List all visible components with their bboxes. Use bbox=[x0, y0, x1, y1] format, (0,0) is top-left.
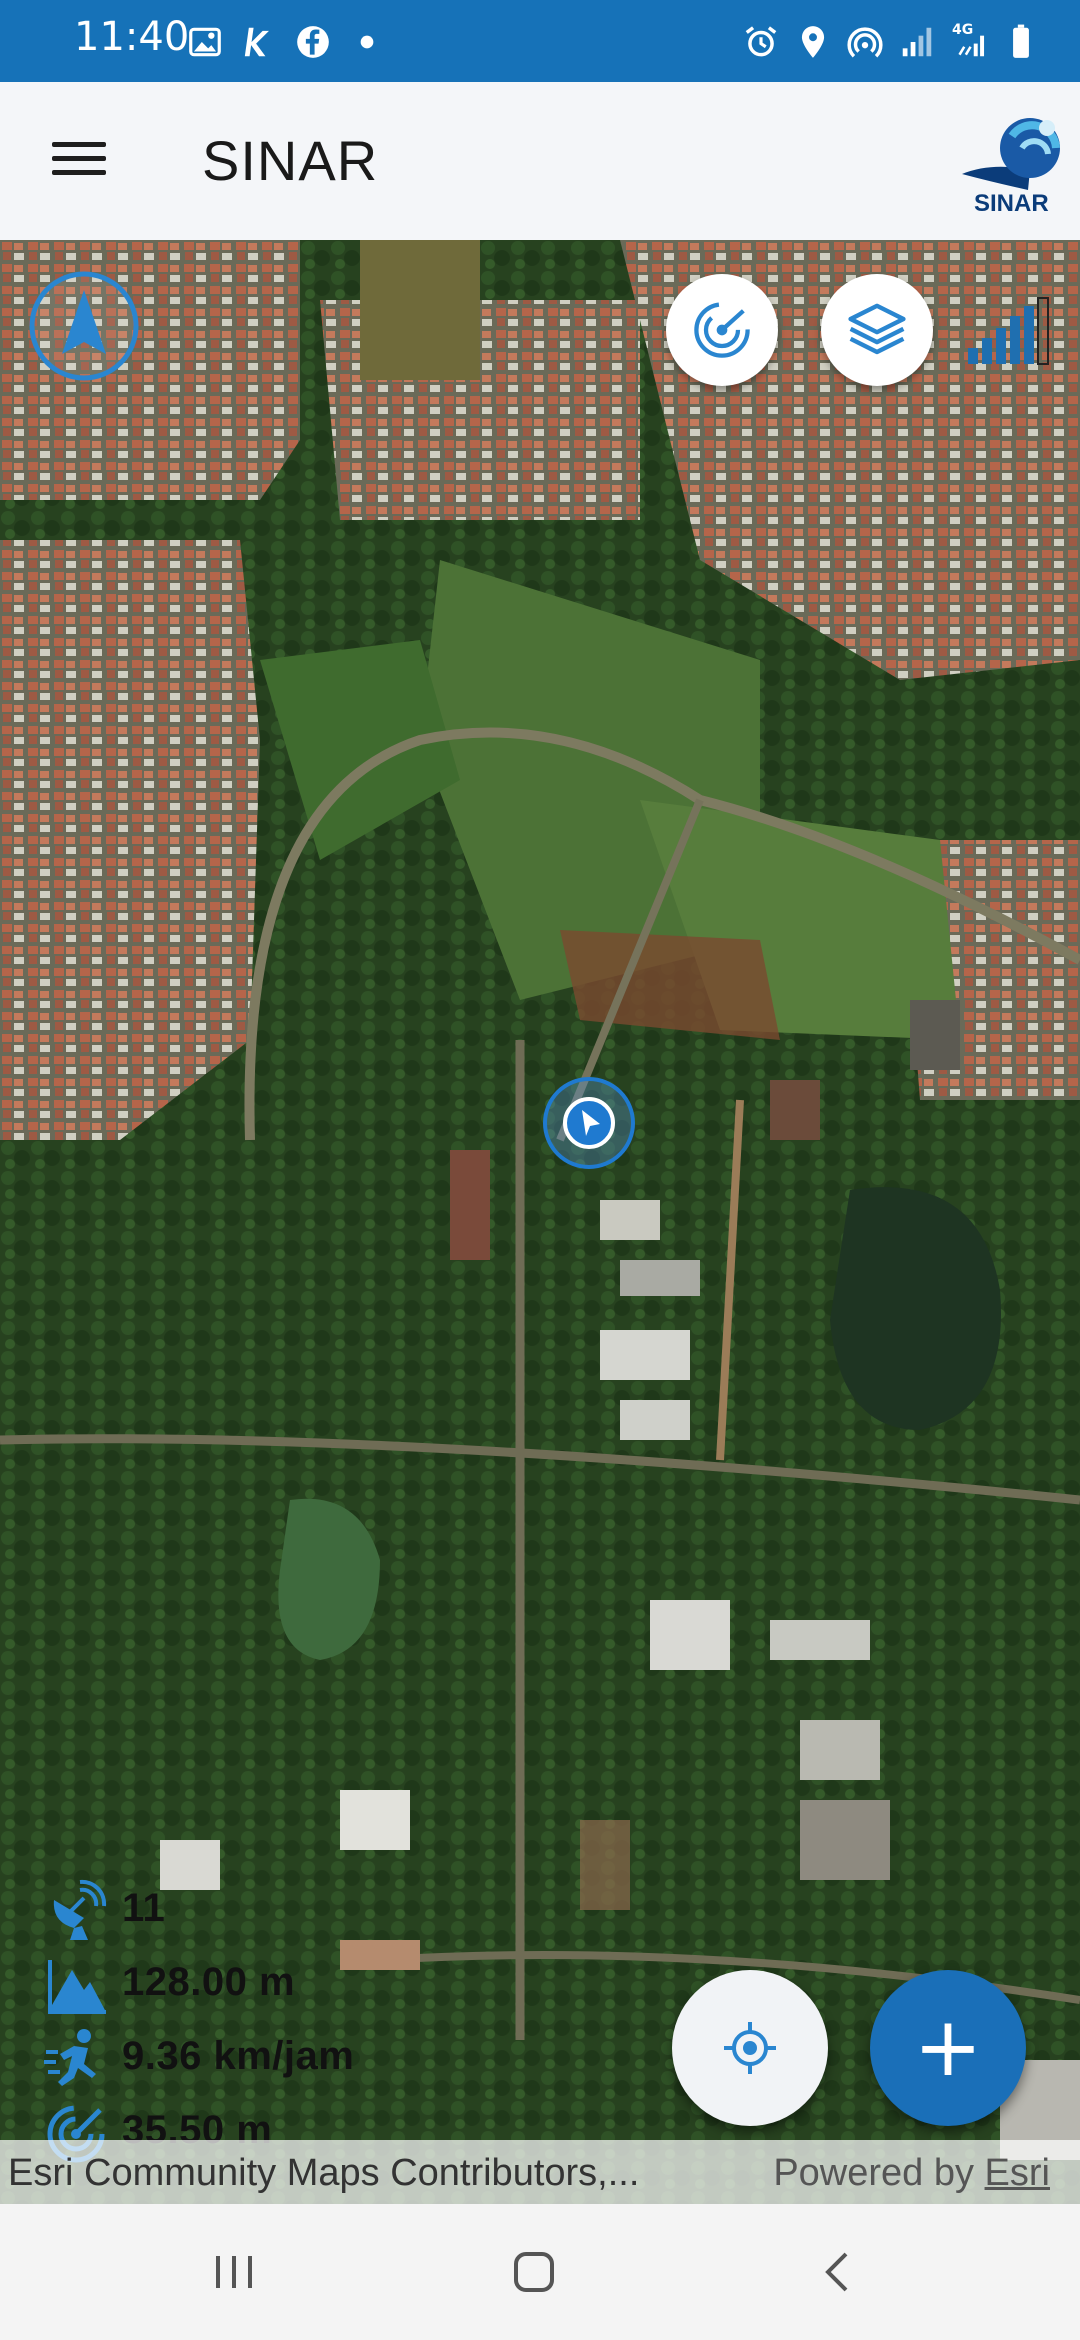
status-bar: 11:40 4G bbox=[0, 0, 1080, 82]
status-left-icons bbox=[186, 20, 386, 64]
crosshair-icon bbox=[724, 2022, 776, 2074]
satellites-value: 11 bbox=[122, 1886, 166, 1930]
back-icon bbox=[825, 2252, 848, 2292]
network-label: 4G bbox=[952, 22, 974, 38]
satellites-row: 11 bbox=[44, 1878, 444, 1940]
layers-button[interactable] bbox=[821, 274, 933, 386]
layers-icon bbox=[848, 303, 906, 355]
logo-text: SINAR bbox=[974, 190, 1049, 217]
app-bar: SINAR SINAR bbox=[0, 82, 1080, 240]
my-location-button[interactable] bbox=[672, 1970, 828, 2126]
gps-signal-icon bbox=[968, 297, 1049, 365]
battery-icon bbox=[1002, 22, 1040, 62]
home-icon bbox=[514, 2252, 554, 2292]
dot-icon bbox=[348, 22, 386, 62]
menu-icon[interactable] bbox=[46, 134, 112, 190]
powered-by-esri: Powered by Esri bbox=[773, 2152, 1050, 2195]
map-attribution: Esri Community Maps Contributors,... Pow… bbox=[0, 2140, 1080, 2204]
alarm-icon bbox=[742, 22, 780, 62]
running-speed-icon bbox=[44, 2029, 96, 2086]
home-button[interactable] bbox=[484, 2234, 584, 2310]
recents-button[interactable] bbox=[184, 2234, 284, 2310]
k-app-icon bbox=[240, 22, 278, 62]
system-nav-bar bbox=[0, 2204, 1080, 2340]
app-title: SINAR bbox=[202, 129, 379, 192]
add-icon: + bbox=[913, 2000, 983, 2095]
altitude-value: 128.00 m bbox=[122, 1960, 296, 2004]
map-view[interactable]: 11 128.00 m 9.36 km/jam 35.50 m + Esri C… bbox=[0, 240, 1080, 2204]
location-pin-icon bbox=[794, 22, 832, 62]
speed-row: 9.36 km/jam bbox=[44, 2026, 444, 2086]
powered-by-label: Powered by bbox=[773, 2152, 974, 2194]
recents-icon bbox=[216, 2256, 252, 2288]
radar-icon bbox=[694, 302, 750, 358]
esri-link[interactable]: Esri bbox=[985, 2152, 1050, 2194]
hotspot-icon bbox=[846, 22, 884, 62]
altitude-mountain-icon bbox=[48, 1960, 106, 2014]
attribution-text[interactable]: Esri Community Maps Contributors,... bbox=[8, 2152, 639, 2195]
altitude-row: 128.00 m bbox=[44, 1952, 444, 2014]
sinar-logo: SINAR bbox=[952, 104, 1070, 222]
radar-button[interactable] bbox=[666, 274, 778, 386]
satellite-dish-icon bbox=[53, 1879, 107, 1940]
speed-value: 9.36 km/jam bbox=[122, 2034, 355, 2078]
compass-icon[interactable] bbox=[26, 268, 142, 384]
signal-icon bbox=[898, 22, 936, 62]
status-time: 11:40 bbox=[74, 14, 190, 60]
back-button[interactable] bbox=[788, 2234, 888, 2310]
status-right-icons: 4G bbox=[742, 20, 1040, 64]
image-icon bbox=[186, 22, 224, 62]
4g-signal-icon: 4G bbox=[950, 22, 988, 62]
current-location-icon bbox=[543, 1077, 635, 1169]
facebook-icon bbox=[294, 22, 332, 62]
add-button[interactable]: + bbox=[870, 1970, 1026, 2126]
